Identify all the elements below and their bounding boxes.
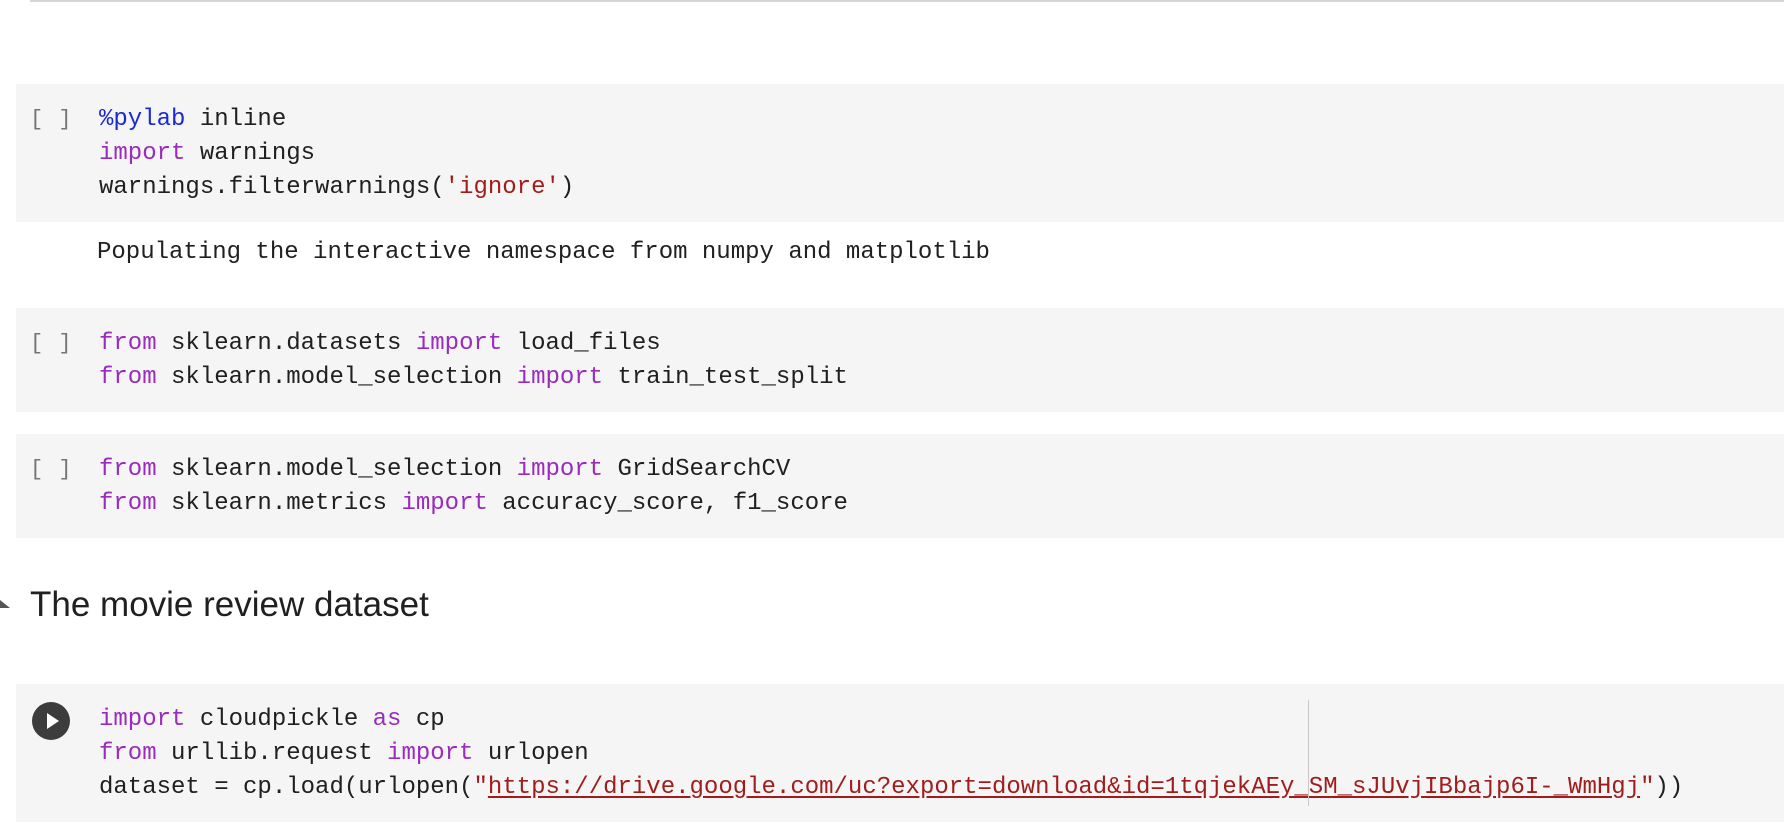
code-token: import bbox=[516, 364, 604, 391]
url-link[interactable]: https://drive.google.com/uc?export=downl… bbox=[488, 774, 1640, 801]
code-token: load_files bbox=[502, 330, 661, 357]
run-cell-button[interactable]: [ ] bbox=[30, 453, 73, 487]
collapse-triangle-icon[interactable] bbox=[0, 600, 10, 608]
code-line: warnings.filterwarnings('ignore') bbox=[99, 171, 574, 205]
code-line: import cloudpickle as cp bbox=[99, 703, 1683, 737]
code-editor[interactable]: from sklearn.datasets import load_files f… bbox=[99, 327, 848, 395]
code-token: GridSearchCV bbox=[603, 456, 791, 483]
code-token: accuracy_score, f1_score bbox=[487, 490, 848, 517]
code-token: as bbox=[372, 706, 402, 733]
code-token: cp bbox=[401, 706, 445, 733]
code-line: from sklearn.datasets import load_files bbox=[99, 327, 848, 361]
code-cell-2[interactable]: [ ] from sklearn.datasets import load_fi… bbox=[16, 308, 1784, 412]
code-token: import bbox=[415, 330, 503, 357]
code-token: import bbox=[516, 456, 604, 483]
code-token: ) bbox=[559, 174, 575, 201]
code-token: )) bbox=[1654, 774, 1684, 801]
code-token: from bbox=[99, 330, 157, 357]
code-token: train_test_split bbox=[603, 364, 848, 391]
code-line: from sklearn.metrics import accuracy_sco… bbox=[99, 487, 848, 521]
section-header: The movie review dataset bbox=[0, 580, 800, 630]
code-token: inline bbox=[185, 106, 287, 133]
code-token: dataset = cp.load(urlopen( bbox=[99, 774, 474, 801]
code-cell-active[interactable]: import cloudpickle as cp from urllib.requ… bbox=[16, 684, 1784, 822]
code-token: import bbox=[99, 140, 186, 167]
code-editor[interactable]: from sklearn.model_selection import Grid… bbox=[99, 453, 848, 521]
code-token: 'ignore' bbox=[444, 174, 560, 201]
code-token: from bbox=[99, 740, 157, 767]
code-editor[interactable]: import cloudpickle as cp from urllib.requ… bbox=[99, 703, 1683, 805]
cell-output: Populating the interactive namespace fro… bbox=[97, 239, 990, 266]
play-circle-icon[interactable] bbox=[32, 702, 70, 740]
code-token: " bbox=[473, 774, 488, 801]
code-token: sklearn.model_selection bbox=[156, 456, 517, 483]
run-cell-button[interactable]: [ ] bbox=[30, 103, 73, 137]
code-token: from bbox=[99, 490, 157, 517]
line-length-ruler bbox=[1308, 700, 1309, 806]
code-line: from sklearn.model_selection import trai… bbox=[99, 361, 848, 395]
code-cell-3[interactable]: [ ] from sklearn.model_selection import … bbox=[16, 434, 1784, 538]
code-token: sklearn.metrics bbox=[156, 490, 402, 517]
section-title: The movie review dataset bbox=[30, 585, 429, 624]
code-token: urlopen bbox=[473, 740, 589, 767]
code-line: %pylab inline bbox=[99, 103, 574, 137]
notebook-top-divider bbox=[30, 0, 1784, 2]
code-token: %pylab bbox=[99, 106, 186, 133]
code-token: warnings bbox=[185, 140, 316, 167]
code-token: urllib.request bbox=[156, 740, 388, 767]
code-token: sklearn.model_selection bbox=[156, 364, 517, 391]
code-editor[interactable]: %pylab inline import warnings warnings.fil… bbox=[99, 103, 574, 205]
code-line: import warnings bbox=[99, 137, 574, 171]
code-token: cloudpickle bbox=[185, 706, 373, 733]
code-token: from bbox=[99, 364, 157, 391]
code-line: dataset = cp.load(urlopen("https://drive… bbox=[99, 771, 1683, 805]
code-token: import bbox=[99, 706, 186, 733]
code-token: import bbox=[401, 490, 488, 517]
code-token: import bbox=[387, 740, 474, 767]
code-line: from urllib.request import urlopen bbox=[99, 737, 1683, 771]
code-token: from bbox=[99, 456, 157, 483]
code-token: " bbox=[1640, 774, 1655, 801]
code-cell-1[interactable]: [ ] %pylab inline import warnings warnings… bbox=[16, 84, 1784, 222]
run-cell-button[interactable]: [ ] bbox=[30, 327, 73, 361]
code-token: warnings.filterwarnings( bbox=[99, 174, 445, 201]
code-token: sklearn.datasets bbox=[156, 330, 416, 357]
code-line: from sklearn.model_selection import Grid… bbox=[99, 453, 848, 487]
